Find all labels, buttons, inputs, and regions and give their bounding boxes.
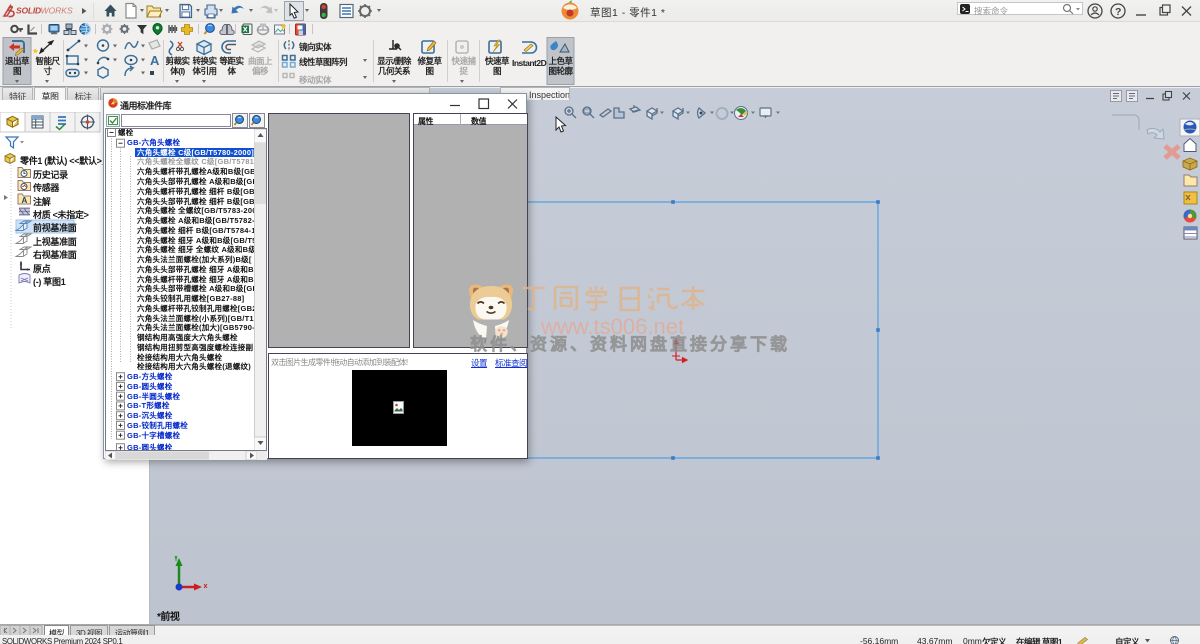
svg-text:A: A	[150, 53, 160, 68]
svg-text:*前视: *前视	[157, 610, 180, 623]
svg-text:A: A	[22, 196, 28, 205]
svg-text:?: ?	[1115, 6, 1121, 18]
svg-text:WORKS: WORKS	[41, 6, 73, 16]
svg-text:SOLID: SOLID	[16, 6, 41, 16]
